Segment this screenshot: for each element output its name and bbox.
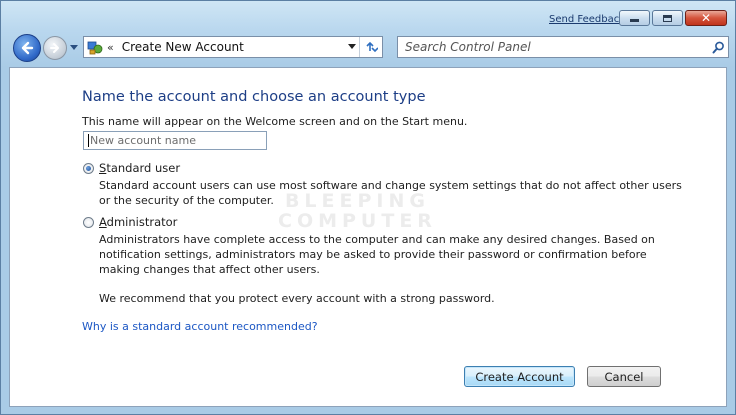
refresh-button[interactable]	[359, 37, 382, 57]
address-dropdown-button[interactable]	[345, 37, 359, 57]
administrator-option[interactable]: Administrator	[83, 215, 177, 229]
search-box[interactable]	[397, 36, 729, 58]
caption-buttons: ✕	[619, 10, 727, 26]
administrator-label[interactable]: Administrator	[99, 215, 177, 229]
standard-user-description: Standard account users can use most soft…	[99, 179, 682, 207]
forward-button[interactable]	[43, 36, 67, 60]
breadcrumb-overflow[interactable]: «	[107, 41, 114, 54]
administrator-radio[interactable]	[83, 216, 94, 228]
minimize-icon	[630, 18, 639, 22]
close-button[interactable]: ✕	[685, 10, 727, 26]
watermark-line-2: COMPUTER	[278, 210, 437, 232]
radio-selected-dot	[86, 165, 91, 171]
breadcrumb-current[interactable]: Create New Account	[122, 40, 345, 54]
refresh-icon	[366, 41, 378, 53]
address-bar[interactable]: « Create New Account	[83, 36, 383, 58]
close-icon: ✕	[700, 11, 712, 25]
label-text: dministrator	[106, 215, 178, 229]
navigation-bar: « Create New Account	[1, 31, 735, 67]
administrator-description: Administrators have complete access to t…	[99, 233, 655, 276]
minimize-button[interactable]	[619, 10, 650, 26]
label-text: tandard user	[106, 161, 181, 175]
chevron-down-icon	[348, 44, 356, 49]
access-key: A	[99, 215, 107, 229]
create-account-button[interactable]: Create Account	[464, 366, 575, 387]
intro-text: This name will appear on the Welcome scr…	[82, 115, 468, 128]
back-arrow-icon	[21, 41, 34, 55]
chevron-down-icon	[69, 44, 78, 50]
maximize-button[interactable]	[652, 10, 683, 26]
account-name-field[interactable]	[83, 131, 267, 150]
search-button[interactable]	[708, 41, 728, 54]
standard-user-label[interactable]: Standard user	[99, 161, 180, 175]
send-feedback-link[interactable]: Send Feedback	[549, 14, 625, 25]
standard-user-radio[interactable]	[83, 162, 94, 174]
search-input[interactable]	[405, 40, 708, 54]
standard-user-option[interactable]: Standard user	[83, 161, 180, 175]
standard-account-help-link[interactable]: Why is a standard account recommended?	[82, 320, 318, 333]
maximize-icon	[663, 14, 672, 22]
control-panel-window: Send Feedback ✕ « Create New Account Sea…	[0, 0, 736, 415]
text-caret	[88, 134, 89, 147]
recent-pages-dropdown[interactable]	[69, 43, 78, 52]
main-content: BLEEPING COMPUTER Name the account and c…	[9, 67, 727, 407]
cancel-button[interactable]: Cancel	[587, 366, 661, 387]
forward-arrow-icon	[50, 43, 59, 53]
control-panel-icon	[87, 39, 103, 55]
search-icon	[712, 41, 724, 53]
title-bar[interactable]: Send Feedback ✕	[1, 1, 735, 31]
page-title: Name the account and choose an account t…	[82, 89, 426, 105]
password-recommendation: We recommend that you protect every acco…	[99, 292, 495, 305]
back-button[interactable]	[13, 34, 41, 62]
